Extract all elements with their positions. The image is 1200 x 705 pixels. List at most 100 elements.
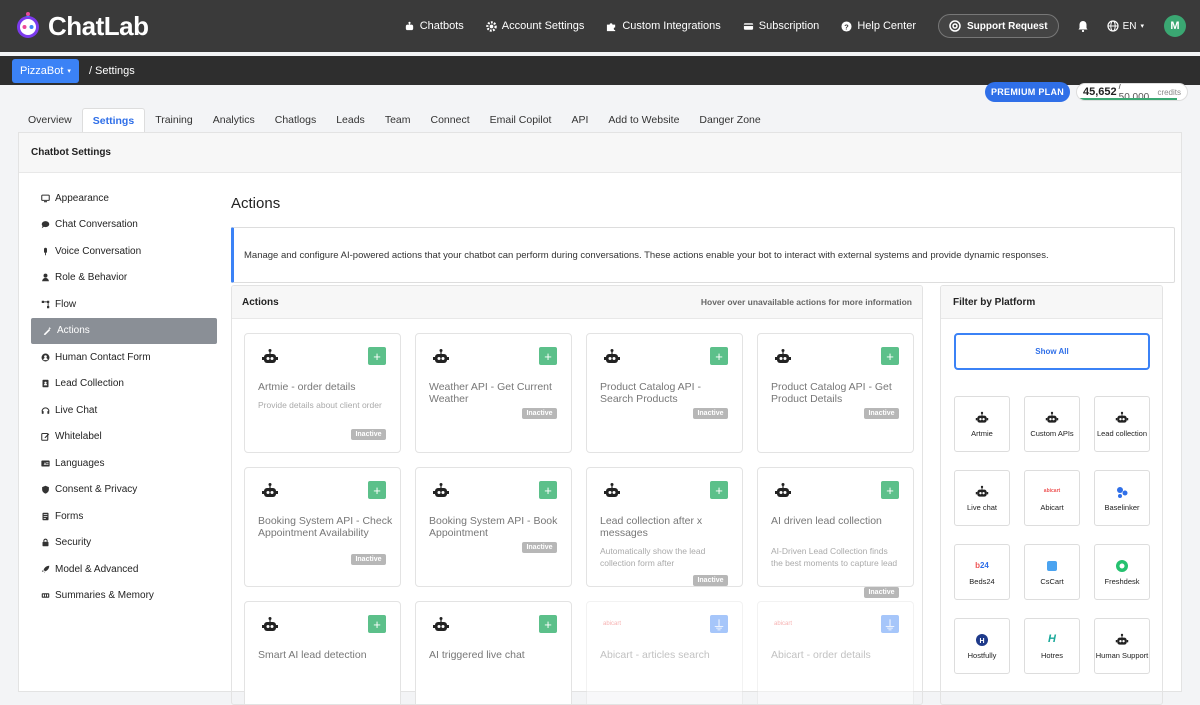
add-action-button[interactable]: + — [368, 481, 386, 499]
platform-human-support[interactable]: Human Support — [1094, 618, 1150, 674]
plug-icon[interactable]: ⏚ — [710, 615, 728, 633]
action-card[interactable]: + AI triggered live chat — [415, 601, 572, 704]
form-icon — [42, 512, 49, 520]
tab-api[interactable]: API — [561, 108, 598, 132]
nav-chatbots-label: Chatbots — [419, 20, 464, 32]
breadcrumb: / Settings — [88, 64, 135, 77]
platform-live-chat[interactable]: Live chat — [954, 470, 1010, 526]
sidebar-item-role-behavior[interactable]: Role & Behavior — [29, 265, 219, 292]
status-badge: Inactive — [351, 554, 386, 565]
nav-subscription[interactable]: Subscription — [743, 20, 819, 32]
bot-selector-dropdown[interactable]: PizzaBot ▾ — [12, 58, 79, 83]
rocket-icon — [41, 565, 50, 573]
tab-danger-zone[interactable]: Danger Zone — [689, 108, 770, 132]
action-card[interactable]: + AI driven lead collection AI-Driven Lead… — [757, 467, 914, 598]
show-all-button[interactable]: Show All — [954, 333, 1150, 370]
sidebar-item-security[interactable]: Security — [29, 530, 219, 557]
nav-help-center[interactable]: ? Help Center — [841, 20, 916, 32]
action-card[interactable]: + Smart AI lead detection — [244, 601, 401, 704]
sidebar-item-label: Languages — [55, 457, 105, 469]
action-card[interactable]: + Booking System API - Book Appointment In… — [415, 467, 572, 587]
sidebar-item-flow[interactable]: Flow — [29, 291, 219, 318]
action-card[interactable]: + Lead collection after x messages Automat… — [586, 467, 743, 587]
platform-abicart[interactable]: abicart Abicart — [1024, 470, 1080, 526]
support-request-button[interactable]: Support Request — [938, 14, 1059, 38]
add-action-button[interactable]: + — [710, 481, 728, 499]
filter-title: Filter by Platform — [941, 286, 1162, 319]
sidebar-item-languages[interactable]: A Languages — [29, 450, 219, 477]
nav-chatbots[interactable]: Chatbots — [404, 20, 464, 32]
plug-icon[interactable]: ⏚ — [881, 615, 899, 633]
sidebar-item-consent-privacy[interactable]: Consent & Privacy — [29, 477, 219, 504]
action-card[interactable]: + Artmie - order details Provide details a… — [244, 333, 401, 453]
robot-icon — [975, 485, 989, 497]
sidebar-item-label: Appearance — [55, 192, 109, 204]
platform-beds24[interactable]: b24 Beds24 — [954, 544, 1010, 600]
platform-artmie[interactable]: Artmie — [954, 396, 1010, 452]
premium-plan-badge[interactable]: PREMIUM PLAN — [985, 82, 1070, 102]
user-avatar[interactable]: M — [1164, 15, 1186, 37]
add-action-button[interactable]: + — [710, 347, 728, 365]
platform-baselinker[interactable]: Baselinker — [1094, 470, 1150, 526]
sidebar-item-voice-conversation[interactable]: Voice Conversation — [29, 238, 219, 265]
sidebar-item-live-chat[interactable]: Live Chat — [29, 397, 219, 424]
chatlab-logo[interactable]: ChatLab — [14, 11, 149, 42]
action-title: Product Catalog API - Search Products — [600, 381, 701, 405]
sidebar-item-model-advanced[interactable]: Model & Advanced — [29, 556, 219, 583]
sidebar-item-chat-conversation[interactable]: Chat Conversation — [29, 212, 219, 239]
tab-leads[interactable]: Leads — [326, 108, 375, 132]
action-card[interactable]: + Booking System API - Check Appointment … — [244, 467, 401, 587]
tab-overview[interactable]: Overview — [18, 108, 82, 132]
tab-team[interactable]: Team — [375, 108, 421, 132]
tab-training[interactable]: Training — [145, 108, 203, 132]
add-action-button[interactable]: + — [368, 615, 386, 633]
platform-cscart[interactable]: CsCart — [1024, 544, 1080, 600]
robot-icon — [262, 349, 278, 363]
platform-lead-collection[interactable]: Lead collection — [1094, 396, 1150, 452]
add-action-button[interactable]: + — [539, 347, 557, 365]
sidebar-item-human-contact-form[interactable]: Human Contact Form — [29, 344, 219, 371]
platform-hotres[interactable]: H Hotres — [1024, 618, 1080, 674]
add-action-button[interactable]: + — [881, 347, 899, 365]
language-selector[interactable]: EN ▾ — [1106, 20, 1144, 32]
magic-wand-icon — [43, 327, 52, 336]
platform-custom-apis[interactable]: Custom APIs — [1024, 396, 1080, 452]
tab-email-copilot[interactable]: Email Copilot — [480, 108, 562, 132]
tab-add-to-website[interactable]: Add to Website — [598, 108, 689, 132]
sidebar-item-lead-collection[interactable]: Lead Collection — [29, 371, 219, 398]
comment-icon — [41, 221, 50, 229]
tab-settings[interactable]: Settings — [81, 108, 146, 132]
tab-chatlogs[interactable]: Chatlogs — [265, 108, 326, 132]
action-title: Smart AI lead detection — [258, 649, 367, 661]
sidebar-item-summaries-memory[interactable]: Summaries & Memory — [29, 583, 219, 610]
bell-icon — [1078, 21, 1088, 32]
add-action-button[interactable]: + — [539, 615, 557, 633]
platform-label: Lead collection — [1096, 428, 1148, 438]
action-description: Provide details about client order — [258, 400, 382, 410]
add-action-button[interactable]: + — [539, 481, 557, 499]
action-card[interactable]: abicart ⏚ Abicart - articles search — [586, 601, 743, 704]
platform-freshdesk[interactable]: Freshdesk — [1094, 544, 1150, 600]
credits-meter: 45,652 / 50,000 credits — [1076, 83, 1188, 101]
tab-connect[interactable]: Connect — [421, 108, 480, 132]
nav-account-settings[interactable]: Account Settings — [485, 20, 584, 32]
sidebar-item-appearance[interactable]: Appearance — [29, 185, 219, 212]
tab-analytics[interactable]: Analytics — [203, 108, 265, 132]
support-icon — [949, 20, 961, 32]
platform-hostfully[interactable]: H Hostfully — [954, 618, 1010, 674]
user-circle-icon — [41, 353, 50, 362]
sidebar-item-label: Flow — [55, 298, 77, 310]
logo-text: ChatLab — [48, 10, 149, 41]
action-card[interactable]: + Product Catalog API - Get Product Detai… — [757, 333, 914, 453]
action-card[interactable]: + Product Catalog API - Search Products In… — [586, 333, 743, 453]
action-card[interactable]: abicart ⏚ Abicart - order details — [757, 601, 914, 704]
sidebar-item-whitelabel[interactable]: Whitelabel — [29, 424, 219, 451]
status-badge: Inactive — [351, 429, 386, 440]
sidebar-item-actions[interactable]: Actions — [31, 317, 217, 344]
add-action-button[interactable]: + — [881, 481, 899, 499]
notifications-bell[interactable] — [1077, 20, 1089, 32]
nav-custom-integrations[interactable]: Custom Integrations — [606, 20, 721, 32]
add-action-button[interactable]: + — [368, 347, 386, 365]
action-card[interactable]: + Weather API - Get Current Weather Inacti… — [415, 333, 572, 453]
sidebar-item-forms[interactable]: Forms — [29, 503, 219, 530]
